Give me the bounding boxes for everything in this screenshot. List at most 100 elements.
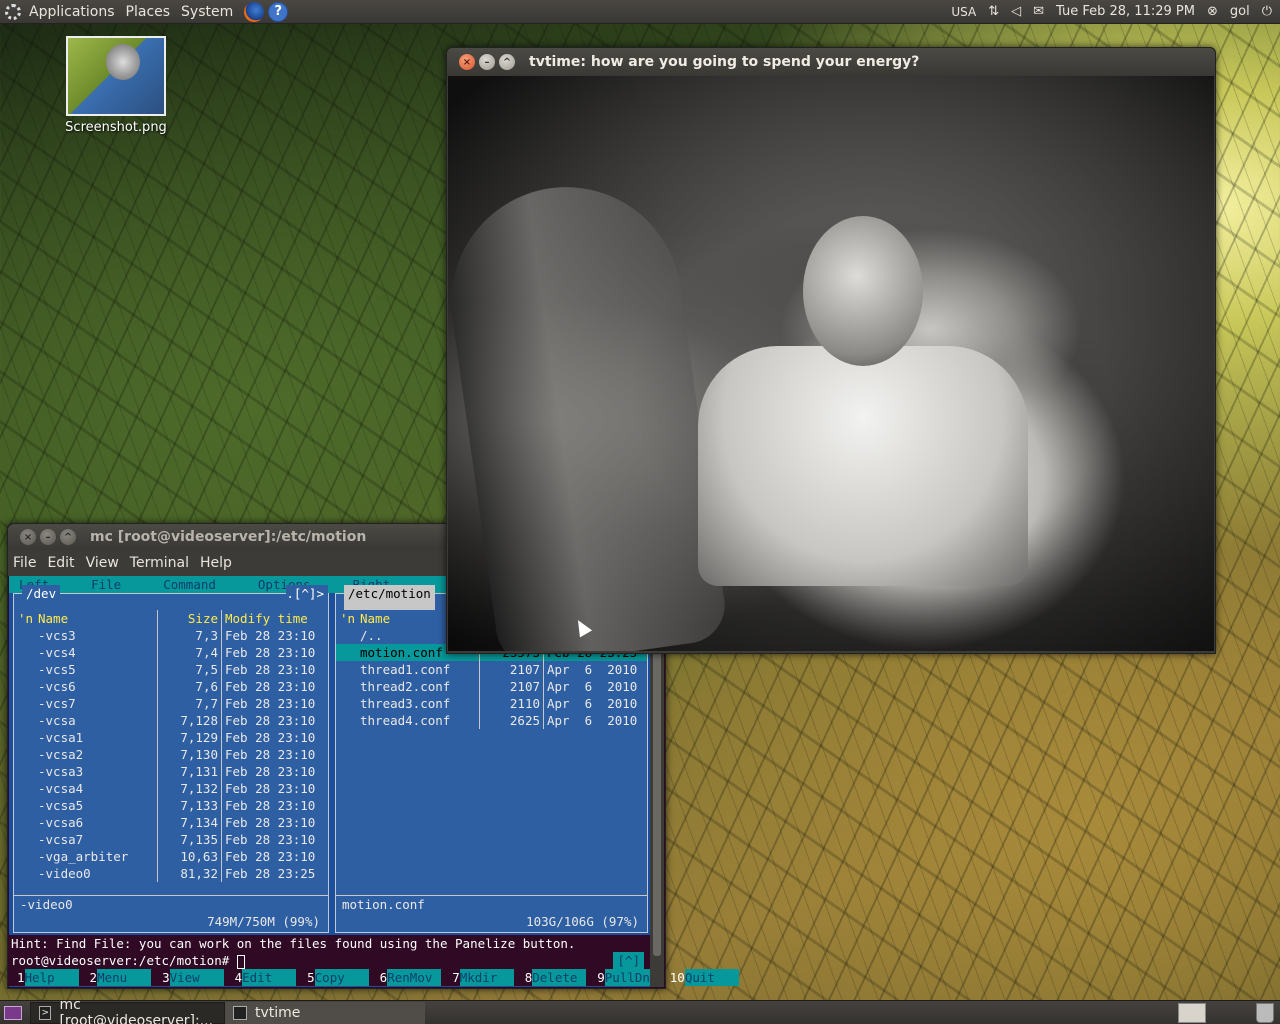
file-name: thread2.conf [356,678,480,695]
tvtime-window[interactable]: × – ^ tvtime: how are you going to spend… [446,47,1216,654]
left-panel-columns: 'n Name Size Modify time [14,610,328,627]
file-name: -vcsa5 [34,797,158,814]
ubuntu-logo-icon[interactable] [5,3,21,20]
file-name: -vcs3 [34,627,158,644]
minimize-icon[interactable]: – [479,54,495,70]
fkey-label: Help [24,969,79,986]
fkey-delete[interactable]: 8 Delete [517,969,587,986]
file-size: 7,128 [158,712,222,729]
firefox-icon[interactable] [244,1,265,22]
file-mtime: Feb 28 23:10 [225,645,316,660]
file-row[interactable]: thread1.conf 2107 Apr 6 2010 [336,661,647,678]
fkey-help[interactable]: 1 Help [9,969,79,986]
power-icon[interactable]: ⏻ [1262,4,1272,19]
trash-icon[interactable] [1256,1002,1274,1023]
file-mtime: Feb 28 23:10 [225,764,316,779]
video-feed[interactable] [448,76,1214,651]
file-row[interactable]: -vcsa7 7,135 Feb 28 23:10 [14,831,328,848]
fkey-pulldn[interactable]: 9 PullDn [589,969,659,986]
network-icon[interactable]: ⇅ [988,4,999,19]
mc-menu-file[interactable]: File [81,576,121,593]
maximize-icon[interactable]: ^ [499,54,515,70]
tvtime-titlebar[interactable]: × – ^ tvtime: how are you going to spend… [447,48,1215,76]
file-mtime: Feb 28 23:10 [225,713,316,728]
command-prompt[interactable]: root@videoserver:/etc/motion# [^] [9,952,650,969]
keyboard-layout-indicator[interactable]: USA [951,5,976,19]
maximize-icon[interactable]: ^ [60,529,76,545]
file-mtime: Apr 6 2010 [547,662,638,677]
col-time[interactable]: Modify time [222,610,322,627]
file-row[interactable]: -vcs5 7,5 Feb 28 23:10 [14,661,328,678]
menu-edit[interactable]: Edit [47,555,74,571]
close-icon[interactable]: × [20,529,36,545]
fkey-view[interactable]: 3 View [154,969,224,986]
show-desktop-icon[interactable] [4,1005,22,1020]
file-mark [14,797,34,814]
video-person-head [803,216,923,366]
close-icon[interactable]: × [459,54,475,70]
menu-help[interactable]: Help [200,555,232,571]
volume-icon[interactable]: ◁ [1011,4,1021,19]
fkey-edit[interactable]: 4 Edit [227,969,297,986]
file-row[interactable]: -vcs4 7,4 Feb 28 23:10 [14,644,328,661]
file-mark [14,763,34,780]
right-panel-corner[interactable]: [^] [613,952,644,969]
file-row[interactable]: -video0 81,32 Feb 28 23:25 [14,865,328,882]
file-size: 7,131 [158,763,222,780]
menu-view[interactable]: View [86,555,119,571]
file-name: -vcsa3 [34,763,158,780]
applications-menu[interactable]: Applications [29,4,115,20]
mail-icon[interactable]: ✉ [1033,4,1044,19]
file-size: 10,63 [158,848,222,865]
desktop-file-icon[interactable]: Screenshot.png [62,36,170,135]
file-row[interactable]: -vcsa6 7,134 Feb 28 23:10 [14,814,328,831]
menu-file[interactable]: File [13,555,36,571]
file-mark [14,831,34,848]
file-row[interactable]: -vcs3 7,3 Feb 28 23:10 [14,627,328,644]
left-panel[interactable]: /dev .[^]> 'n Name Size Modify time -vcs… [13,585,329,933]
fkey-quit[interactable]: 10 Quit [662,969,739,986]
file-mark [336,627,356,644]
file-row[interactable]: -vcsa5 7,133 Feb 28 23:10 [14,797,328,814]
fkey-mkdir[interactable]: 7 Mkdir [444,969,514,986]
file-row[interactable]: -vcsa3 7,131 Feb 28 23:10 [14,763,328,780]
taskbar-label: tvtime [255,1004,301,1021]
places-menu[interactable]: Places [126,4,171,20]
fkey-number: 9 [597,970,605,985]
file-mtime: Feb 28 23:25 [225,866,316,881]
system-menu[interactable]: System [181,4,233,20]
scrollbar-thumb[interactable] [653,616,661,956]
menu-terminal[interactable]: Terminal [130,555,189,571]
file-row[interactable]: -vcs6 7,6 Feb 28 23:10 [14,678,328,695]
file-row[interactable]: -vcsa1 7,129 Feb 28 23:10 [14,729,328,746]
file-row[interactable]: -vga_arbiter 10,63 Feb 28 23:10 [14,848,328,865]
col-name[interactable]: Name [34,610,158,627]
file-row[interactable]: thread3.conf 2110 Apr 6 2010 [336,695,647,712]
left-free-space: 749M/750M (99%) [207,914,320,929]
file-mark [14,729,34,746]
file-row[interactable]: -vcs7 7,7 Feb 28 23:10 [14,695,328,712]
user-name[interactable]: gol [1230,4,1250,19]
taskbar-item-terminal[interactable]: > mc [root@videoserver]:... [30,997,225,1024]
file-row[interactable]: thread4.conf 2625 Apr 6 2010 [336,712,647,729]
left-panel-corner[interactable]: .[^]> [286,585,328,610]
fkey-copy[interactable]: 5 Copy [299,969,369,986]
file-row[interactable]: thread2.conf 2107 Apr 6 2010 [336,678,647,695]
desktop-file-label: Screenshot.png [65,120,167,135]
taskbar-item-tvtime[interactable]: tvtime [225,1001,425,1024]
clock[interactable]: Tue Feb 28, 11:29 PM [1056,4,1195,19]
file-row[interactable]: -vcsa4 7,132 Feb 28 23:10 [14,780,328,797]
help-icon[interactable]: ? [268,1,289,22]
file-mtime: Feb 28 23:10 [225,628,316,643]
file-row[interactable]: -vcsa 7,128 Feb 28 23:10 [14,712,328,729]
mc-menu-command[interactable]: Command [153,576,216,593]
fkey-renmov[interactable]: 6 RenMov [372,969,442,986]
file-row[interactable]: -vcsa2 7,130 Feb 28 23:10 [14,746,328,763]
col-size[interactable]: Size [158,610,222,627]
file-mark [14,678,34,695]
workspace-switcher[interactable] [1178,1002,1206,1023]
fkey-menu[interactable]: 2 Menu [82,969,152,986]
minimize-icon[interactable]: – [40,529,56,545]
user-status-icon[interactable]: ⊗ [1207,4,1218,19]
file-mtime: Feb 28 23:10 [225,662,316,677]
